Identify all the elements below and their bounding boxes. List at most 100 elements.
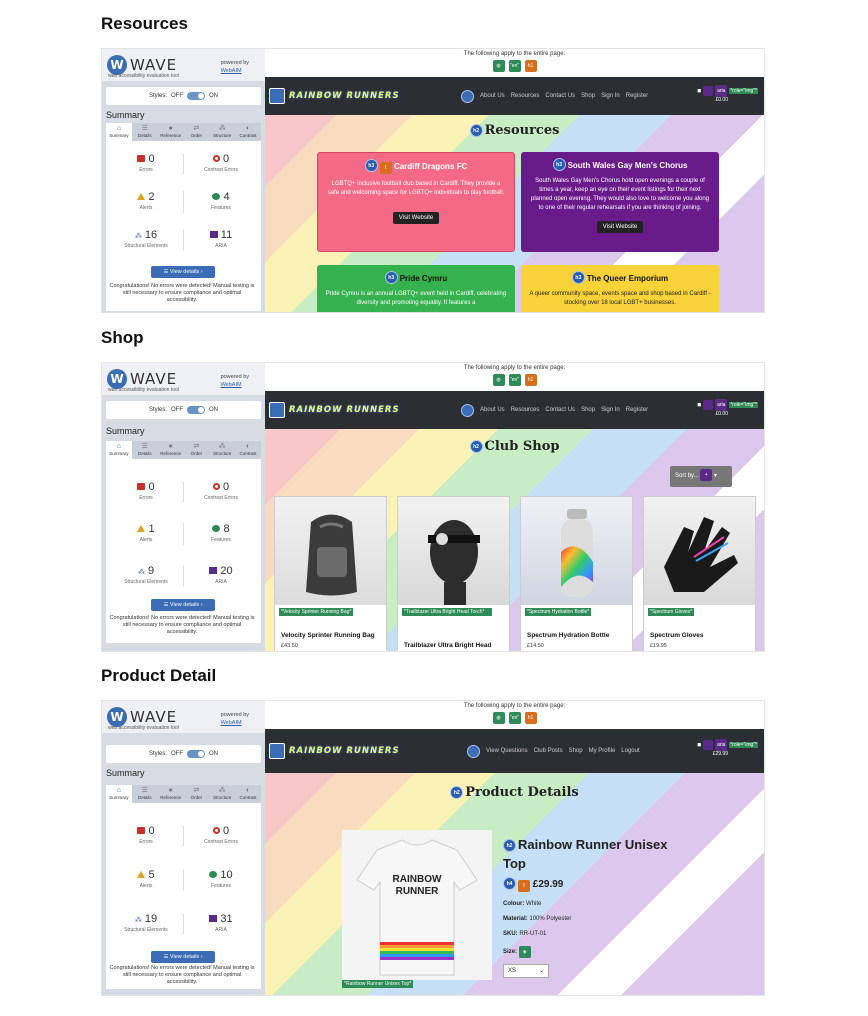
product-image[interactable] [275,497,386,605]
product-name[interactable]: Spectrum Hydration Bottle [527,632,609,639]
stat-errors[interactable]: 0 Errors [111,825,181,845]
nav-shop[interactable]: Shop [581,407,595,413]
stat-features[interactable]: 10 Features [186,869,256,889]
styles-toggle[interactable] [187,750,205,758]
nav-about[interactable]: About Us [480,93,505,99]
stat-alerts[interactable]: 2 Alerts [111,191,181,211]
styles-toggle[interactable] [187,406,205,414]
tab-structure[interactable]: ⁂ Structure [209,123,235,141]
nav-contact[interactable]: Contact Us [545,407,575,413]
h1-alert-icon[interactable]: h1 [524,374,537,386]
brand-logo[interactable]: RAINBOW RUNNERS [289,405,400,415]
product-image[interactable] [644,497,755,605]
nav-club-posts[interactable]: Club Posts [534,748,563,754]
nav-register[interactable]: Register [626,93,648,99]
product-name[interactable]: Spectrum Gloves [650,632,703,639]
tab-order[interactable]: ⇄ Order [183,123,209,141]
brand-logo[interactable]: RAINBOW RUNNERS [289,91,400,101]
tab-details[interactable]: ☰ Details [132,441,158,459]
nav-shop[interactable]: Shop [569,748,583,754]
tab-reference[interactable]: ● Reference [158,123,184,141]
stat-contrast[interactable]: 0 Contrast Errors [186,825,256,845]
h1-alert-icon[interactable]: h1 [524,60,537,72]
tab-reference[interactable]: ● Reference [158,785,184,803]
visit-website-button[interactable]: Visit Website [392,212,440,224]
language-icon[interactable]: ◍ [492,374,505,386]
contrast-error-icon [212,827,220,834]
stat-aria[interactable]: 11 ARIA [186,229,256,249]
product-image[interactable] [521,497,632,605]
stat-errors[interactable]: 0 Errors [111,153,181,173]
tab-contrast[interactable]: ◐ Contrast [235,441,261,459]
product-image[interactable]: RAINBOW RUNNER [342,830,492,980]
tab-structure[interactable]: ⁂ Structure [209,785,235,803]
head-torch-image-icon [428,520,480,605]
nav-logout[interactable]: Logout [621,748,639,754]
tab-summary[interactable]: ⌂ Summary [106,123,132,141]
webaim-link[interactable]: WebAIM [221,381,249,389]
nav-my-profile[interactable]: My Profile [589,748,616,754]
menu-icon[interactable] [269,402,285,418]
stat-structural[interactable]: ⁂ 16 Structural Elements [111,229,181,249]
tab-order[interactable]: ⇄ Order [183,441,209,459]
cart[interactable]: ◼ aria *role="img"* £29.99 [697,739,758,757]
size-select[interactable]: XS ⌄ [503,964,549,978]
tab-summary[interactable]: ⌂ Summary [106,441,132,459]
tshirt-image-icon: RAINBOW RUNNER [356,839,478,976]
stat-contrast[interactable]: 0 Contrast Errors [186,153,256,173]
cart[interactable]: ◼ aria *role="img"* £0.00 [697,399,758,417]
stat-structural[interactable]: ⁂ 19 Structural Elements [111,913,181,933]
stat-errors[interactable]: 0 Errors [111,481,181,501]
stat-alerts[interactable]: 1 Alerts [111,523,181,543]
view-details-button[interactable]: ☰ View details › [151,951,215,963]
product-card[interactable]: *Spectrum Hydration Bottle* Spectrum Hyd… [520,496,633,651]
brand-logo[interactable]: RAINBOW RUNNERS [289,746,400,756]
tab-summary[interactable]: ⌂ Summary [106,785,132,803]
nav-about[interactable]: About Us [480,407,505,413]
nav-view-questions[interactable]: View Questions [486,748,528,754]
product-name[interactable]: Trailblazer Ultra Bright Head [404,642,491,649]
language-icon[interactable]: ◍ [492,712,505,724]
webaim-link[interactable]: WebAIM [221,67,249,75]
product-name[interactable]: Velocity Sprinter Running Bag [281,632,375,639]
powered-by: powered by WebAIM [220,712,249,727]
menu-icon[interactable] [269,88,285,104]
h1-alert-icon[interactable]: h1 [524,712,537,724]
menu-icon[interactable] [269,743,285,759]
nav-resources[interactable]: Resources [511,93,540,99]
nav-signin[interactable]: Sign In [601,93,620,99]
language-icon[interactable]: ◍ [492,60,505,72]
product-card[interactable]: *Trailblazer Ultra Bright Head Torch* Tr… [397,496,510,651]
visit-website-button[interactable]: Visit Website [596,221,644,233]
stat-structural[interactable]: ⁂ 9 Structural Elements [111,565,181,585]
navbar: RAINBOW RUNNERS About Us Resources Conta… [265,77,764,115]
cart[interactable]: ◼ aria *role="img"* £0.00 [697,85,758,103]
tab-details[interactable]: ☰ Details [132,123,158,141]
stat-features[interactable]: 4 Features [186,191,256,211]
stat-contrast[interactable]: 0 Contrast Errors [186,481,256,501]
tab-order[interactable]: ⇄ Order [183,785,209,803]
nav-register[interactable]: Register [626,407,648,413]
webaim-link[interactable]: WebAIM [221,719,249,727]
view-details-button[interactable]: ☰ View details › [151,599,215,611]
sort-dropdown[interactable]: Sort by... + ▾ [670,466,732,487]
nav-resources[interactable]: Resources [511,407,540,413]
product-card[interactable]: *Spectrum Gloves* Spectrum Gloves £19.95 [643,496,756,651]
tab-contrast[interactable]: ◐ Contrast [235,123,261,141]
view-details-button[interactable]: ☰ View details › [151,266,215,278]
product-image[interactable] [398,497,509,605]
tab-details[interactable]: ☰ Details [132,785,158,803]
product-card[interactable]: *Velocity Sprinter Running Bag* Velocity… [274,496,387,651]
nav-signin[interactable]: Sign In [601,407,620,413]
stat-features[interactable]: 8 Features [186,523,256,543]
site-viewport: The following apply to the entire page: … [265,701,764,995]
stat-aria[interactable]: 20 ARIA [186,565,256,585]
tab-reference[interactable]: ● Reference [158,441,184,459]
nav-contact[interactable]: Contact Us [545,93,575,99]
tab-structure[interactable]: ⁂ Structure [209,441,235,459]
stat-alerts[interactable]: 5 Alerts [111,869,181,889]
stat-aria[interactable]: 31 ARIA [186,913,256,933]
styles-toggle[interactable] [187,92,205,100]
tab-contrast[interactable]: ◐ Contrast [235,785,261,803]
nav-shop[interactable]: Shop [581,93,595,99]
